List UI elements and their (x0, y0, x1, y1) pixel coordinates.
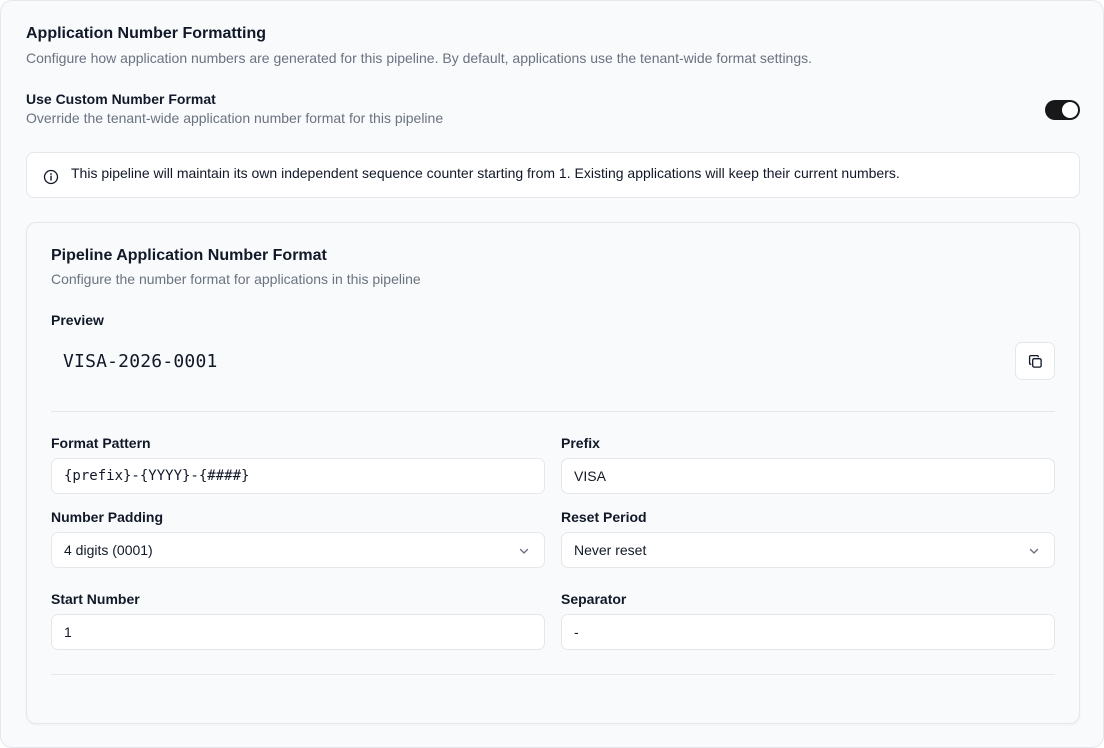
info-icon (43, 169, 59, 185)
start-number-value: 1 (64, 624, 72, 640)
section-title: Application Number Formatting (26, 25, 266, 42)
section-description: Configure how application numbers are ge… (26, 50, 813, 66)
start-number-label: Start Number (51, 591, 140, 607)
custom-format-toggle[interactable] (1045, 100, 1080, 120)
number-padding-label: Number Padding (51, 509, 164, 525)
preview-value: VISA-2026-0001 (63, 351, 218, 372)
settings-panel: Application Number Formatting Configure … (0, 0, 1104, 748)
divider-bottom (51, 674, 1055, 675)
separator-input[interactable]: - (561, 614, 1055, 650)
number-padding-value: 4 digits (0001) (64, 542, 153, 558)
custom-format-label: Use Custom Number Format (26, 91, 216, 107)
toggle-knob (1062, 102, 1078, 118)
reset-period-select[interactable]: Never reset (561, 532, 1055, 568)
reset-period-value: Never reset (574, 542, 647, 558)
chevron-down-icon (519, 548, 529, 554)
preview-label: Preview (51, 312, 104, 328)
info-alert: This pipeline will maintain its own inde… (26, 152, 1080, 198)
format-pattern-input[interactable]: {prefix}-{YYYY}-{####} (51, 458, 545, 494)
separator-label: Separator (561, 591, 627, 607)
prefix-value: VISA (574, 468, 606, 484)
prefix-input[interactable]: VISA (561, 458, 1055, 494)
chevron-down-icon (1029, 548, 1039, 554)
card-description: Configure the number format for applicat… (51, 271, 421, 287)
card-title: Pipeline Application Number Format (51, 247, 327, 264)
copy-icon (1028, 354, 1042, 368)
prefix-label: Prefix (561, 435, 600, 451)
separator-value: - (574, 624, 579, 640)
info-alert-text: This pipeline will maintain its own inde… (71, 165, 900, 181)
copy-preview-button[interactable] (1015, 342, 1055, 380)
number-padding-select[interactable]: 4 digits (0001) (51, 532, 545, 568)
pipeline-format-card: Pipeline Application Number Format Confi… (26, 222, 1080, 724)
format-pattern-value: {prefix}-{YYYY}-{####} (64, 468, 250, 484)
reset-period-label: Reset Period (561, 509, 647, 525)
custom-format-description: Override the tenant-wide application num… (26, 110, 444, 126)
format-pattern-label: Format Pattern (51, 435, 151, 451)
divider-top (51, 411, 1055, 412)
start-number-input[interactable]: 1 (51, 614, 545, 650)
